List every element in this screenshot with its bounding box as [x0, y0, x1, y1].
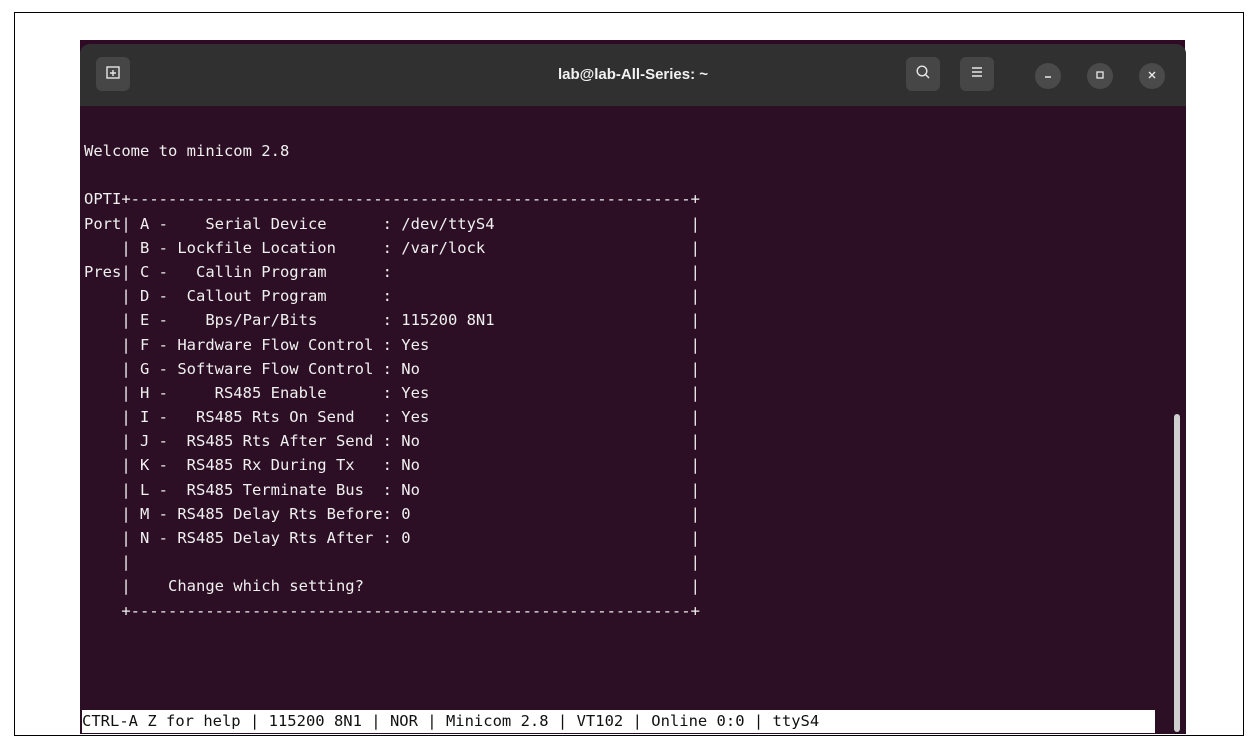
maximize-icon: [1095, 69, 1105, 83]
scrollbar[interactable]: [1174, 414, 1182, 732]
terminal-line: | I - RS485 Rts On Send : Yes |: [84, 408, 700, 427]
close-icon: [1147, 69, 1157, 83]
terminal-line: | H - RS485 Enable : Yes |: [84, 383, 700, 402]
terminal-line: | L - RS485 Terminate Bus : No |: [84, 480, 700, 499]
terminal-line: | D - Callout Program : |: [84, 287, 700, 306]
header-bar: lab@lab-All-Series: ~: [80, 44, 1186, 106]
terminal-line: | E - Bps/Par/Bits : 115200 8N1 |: [84, 311, 700, 330]
terminal-line: OPTI+-----------------------------------…: [84, 190, 700, 209]
terminal-line: | M - RS485 Delay Rts Before: 0 |: [84, 504, 700, 523]
hamburger-menu-icon: [969, 64, 985, 84]
minimize-button[interactable]: [1035, 63, 1061, 89]
terminal-output[interactable]: Welcome to minicom 2.8 OPTI+------------…: [84, 139, 1156, 623]
window-title: lab@lab-All-Series: ~: [557, 66, 709, 83]
close-button[interactable]: [1139, 63, 1165, 89]
minimize-icon: [1043, 69, 1053, 83]
maximize-button[interactable]: [1087, 63, 1113, 89]
terminal-line: | J - RS485 Rts After Send : No |: [84, 432, 700, 451]
terminal-line: Port| A - Serial Device : /dev/ttyS4 |: [84, 214, 700, 233]
menu-button[interactable]: [960, 57, 994, 91]
scrollbar-thumb[interactable]: [1174, 414, 1180, 732]
terminal-line: | G - Software Flow Control : No |: [84, 359, 700, 378]
terminal-line: | B - Lockfile Location : /var/lock |: [84, 238, 700, 257]
terminal-line: | N - RS485 Delay Rts After : 0 |: [84, 529, 700, 547]
search-button[interactable]: [906, 57, 940, 91]
terminal-line: | F - Hardware Flow Control : Yes |: [84, 335, 700, 354]
search-icon: [915, 64, 931, 84]
terminal-line: | K - RS485 Rx During Tx : No |: [84, 456, 700, 475]
minicom-status-bar: CTRL-A Z for help | 115200 8N1 | NOR | M…: [82, 710, 1155, 733]
terminal-line: Pres| C - Callin Program : |: [84, 262, 700, 281]
terminal-line: Welcome to minicom 2.8: [84, 142, 290, 160]
terminal-window: lab@lab-All-Series: ~ Welcome to minicom…: [80, 44, 1186, 734]
terminal-line: | Change which setting? |: [84, 577, 700, 596]
terminal-line: +---------------------------------------…: [84, 601, 700, 620]
terminal-line: | |: [84, 553, 700, 572]
